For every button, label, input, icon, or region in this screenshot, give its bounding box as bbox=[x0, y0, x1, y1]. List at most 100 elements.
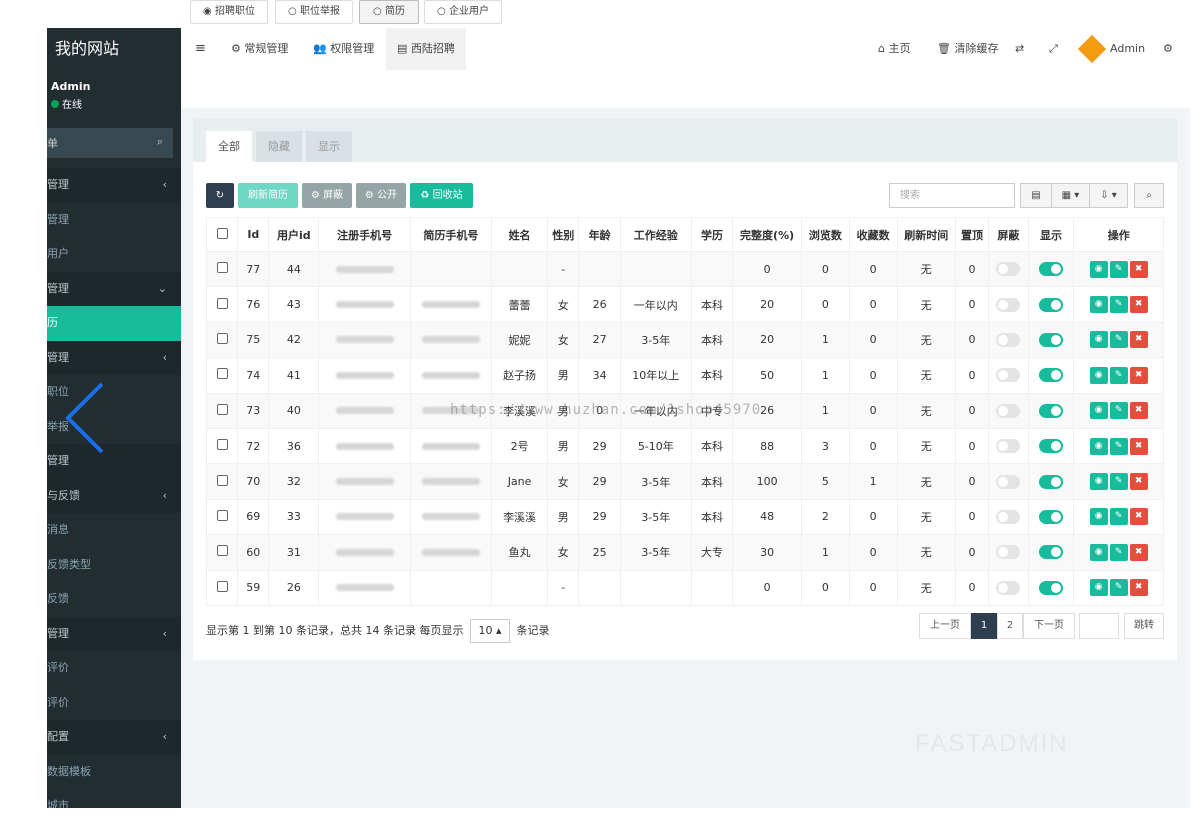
table-row[interactable]: 70 32 Jane 女 29 3-5年 本科 100 5 1 无 0 ◉ ✎ ✖ bbox=[205, 463, 1164, 500]
toggle-off-icon[interactable] bbox=[996, 474, 1021, 489]
show-toggle[interactable] bbox=[1027, 286, 1075, 323]
sidebar-item-14[interactable]: 评价 bbox=[47, 651, 181, 686]
column-header[interactable]: 显示 bbox=[1027, 217, 1075, 252]
edit-icon[interactable]: ✎ bbox=[1109, 366, 1128, 384]
export-dropdown-icon[interactable]: ⇩ ▾ bbox=[1089, 183, 1128, 208]
row-checkbox[interactable] bbox=[205, 569, 239, 606]
row-checkbox[interactable] bbox=[205, 357, 239, 394]
table-row[interactable]: 69 33 李溪溪男 29 3-5年 本科 48 2 0 无 0 ◉ ✎ ✖ bbox=[205, 498, 1164, 536]
delete-trash-icon[interactable]: ✖ bbox=[1129, 473, 1148, 491]
column-header[interactable]: 性别 bbox=[547, 217, 580, 252]
edit-icon[interactable]: ✎ bbox=[1109, 260, 1128, 278]
shield-toggle[interactable] bbox=[988, 498, 1029, 536]
sidebar-item-5[interactable]: 管理 ‹ bbox=[47, 340, 181, 375]
show-toggle[interactable] bbox=[1027, 534, 1075, 571]
tab-shown[interactable]: 显示 bbox=[306, 131, 352, 162]
tab-all[interactable]: 全部 bbox=[206, 131, 252, 162]
shield-toggle[interactable] bbox=[988, 427, 1029, 465]
sidebar-item-0[interactable]: 管理 ‹ bbox=[47, 168, 181, 203]
show-toggle[interactable] bbox=[1027, 569, 1075, 606]
view-eye-icon[interactable]: ◉ bbox=[1089, 402, 1108, 420]
search-icon[interactable]: ⌕ bbox=[157, 135, 163, 149]
column-header[interactable]: 学历 bbox=[690, 217, 734, 252]
delete-trash-icon[interactable]: ✖ bbox=[1129, 579, 1148, 597]
table-row[interactable]: 60 31 鱼丸女 25 3-5年 大专 30 1 0 无 0 ◉ ✎ ✖ bbox=[205, 534, 1164, 571]
delete-trash-icon[interactable]: ✖ bbox=[1129, 402, 1148, 420]
toggle-off-icon[interactable] bbox=[996, 509, 1021, 524]
toggle-off-icon[interactable] bbox=[996, 580, 1021, 595]
delete-trash-icon[interactable]: ✖ bbox=[1129, 331, 1148, 349]
delete-trash-icon[interactable]: ✖ bbox=[1129, 260, 1148, 278]
edit-icon[interactable]: ✎ bbox=[1109, 437, 1128, 455]
menu-toggle-icon[interactable]: ≡ bbox=[195, 28, 206, 70]
clear-cache-button[interactable]: 🗑 清除缓存 bbox=[937, 28, 998, 70]
view-eye-icon[interactable]: ◉ bbox=[1089, 579, 1108, 597]
nav-recruit[interactable]: ▤ 西陆招聘 bbox=[386, 28, 466, 70]
refresh-resume-button[interactable]: 刷新简历 bbox=[238, 183, 298, 208]
toggle-on-icon[interactable] bbox=[1039, 297, 1064, 312]
shield-toggle[interactable] bbox=[988, 463, 1029, 500]
column-header[interactable]: 注册手机号 bbox=[318, 217, 411, 252]
edit-icon[interactable]: ✎ bbox=[1109, 402, 1128, 420]
page-size-select[interactable]: 10 ▴ bbox=[469, 619, 510, 643]
sidebar-item-10[interactable]: 消息 bbox=[47, 513, 181, 548]
row-checkbox[interactable] bbox=[205, 250, 239, 288]
brand-title[interactable]: 我的网站 bbox=[47, 28, 181, 70]
row-checkbox[interactable] bbox=[205, 286, 239, 323]
show-toggle[interactable] bbox=[1027, 321, 1075, 359]
column-header[interactable]: 浏览数 bbox=[800, 217, 850, 252]
column-header[interactable]: 置顶 bbox=[954, 217, 990, 252]
toggle-on-icon[interactable] bbox=[1039, 368, 1064, 383]
page-1-button[interactable]: 1 bbox=[971, 613, 997, 639]
column-header[interactable]: 完整度(%) bbox=[732, 217, 802, 252]
prev-page-button[interactable]: 上一页 bbox=[919, 613, 971, 639]
toggle-off-icon[interactable] bbox=[996, 297, 1021, 312]
show-toggle[interactable] bbox=[1027, 498, 1075, 536]
toggle-off-icon[interactable] bbox=[996, 262, 1021, 277]
edit-icon[interactable]: ✎ bbox=[1109, 296, 1128, 314]
refresh-button[interactable]: ↻ bbox=[206, 183, 234, 208]
jump-page-input[interactable] bbox=[1079, 613, 1119, 639]
view-eye-icon[interactable]: ◉ bbox=[1089, 543, 1108, 561]
publish-button[interactable]: ⚙ 公开 bbox=[356, 183, 406, 208]
toggle-on-icon[interactable] bbox=[1039, 580, 1064, 595]
fullscreen-icon[interactable]: ⤢ bbox=[1049, 28, 1058, 70]
show-toggle[interactable] bbox=[1027, 463, 1075, 500]
column-header[interactable]: 年龄 bbox=[578, 217, 621, 252]
shield-toggle[interactable] bbox=[988, 357, 1029, 394]
toggle-on-icon[interactable] bbox=[1039, 509, 1064, 524]
table-row[interactable]: 74 41 赵子扬男 34 10年以上 本科 50 1 0 无 0 ◉ ✎ ✖ bbox=[205, 357, 1164, 394]
row-checkbox[interactable] bbox=[205, 392, 239, 429]
tab-resume[interactable]: ○ 简历 bbox=[359, 0, 419, 24]
sidebar-item-15[interactable]: 评价 bbox=[47, 686, 181, 721]
toggle-on-icon[interactable] bbox=[1039, 403, 1064, 418]
show-toggle[interactable] bbox=[1027, 427, 1075, 465]
column-header[interactable]: 工作经验 bbox=[619, 217, 692, 252]
delete-trash-icon[interactable]: ✖ bbox=[1129, 508, 1148, 526]
table-row[interactable]: 76 43 蕾蕾女 26 一年以内 本科 20 0 0 无 0 ◉ ✎ ✖ bbox=[205, 286, 1164, 323]
nav-permission[interactable]: 👥 权限管理 bbox=[305, 28, 382, 70]
recycle-bin-button[interactable]: ♻ 回收站 bbox=[410, 183, 473, 208]
sidebar-item-9[interactable]: 与反馈 ‹ bbox=[47, 478, 181, 513]
table-row[interactable]: 77 44-0 0 0 无 0 ◉ ✎ ✖ bbox=[205, 250, 1164, 288]
show-toggle[interactable] bbox=[1027, 357, 1075, 394]
table-row[interactable]: 72 36 2号男 29 5-10年 本科 88 3 0 无 0 ◉ ✎ ✖ bbox=[205, 427, 1164, 465]
edit-icon[interactable]: ✎ bbox=[1109, 473, 1128, 491]
toggle-on-icon[interactable] bbox=[1039, 439, 1064, 454]
toggle-off-icon[interactable] bbox=[996, 368, 1021, 383]
view-eye-icon[interactable]: ◉ bbox=[1089, 437, 1108, 455]
toggle-on-icon[interactable] bbox=[1039, 545, 1064, 560]
view-eye-icon[interactable]: ◉ bbox=[1089, 508, 1108, 526]
view-eye-icon[interactable]: ◉ bbox=[1089, 473, 1108, 491]
toggle-view-icon[interactable]: ▤ bbox=[1020, 183, 1052, 208]
toggle-off-icon[interactable] bbox=[996, 439, 1021, 454]
sidebar-item-3[interactable]: 管理 ⌄ bbox=[47, 271, 181, 306]
toggle-off-icon[interactable] bbox=[996, 403, 1021, 418]
shield-toggle[interactable] bbox=[988, 392, 1029, 429]
shield-toggle[interactable] bbox=[988, 286, 1029, 323]
sidebar-item-4[interactable]: 历 bbox=[47, 306, 181, 341]
sidebar-item-18[interactable]: 城市 bbox=[47, 789, 181, 808]
tab-job-positions[interactable]: ◉ 招聘职位 bbox=[190, 0, 268, 24]
search-input[interactable]: 搜索 bbox=[889, 183, 1015, 208]
delete-trash-icon[interactable]: ✖ bbox=[1129, 437, 1148, 455]
